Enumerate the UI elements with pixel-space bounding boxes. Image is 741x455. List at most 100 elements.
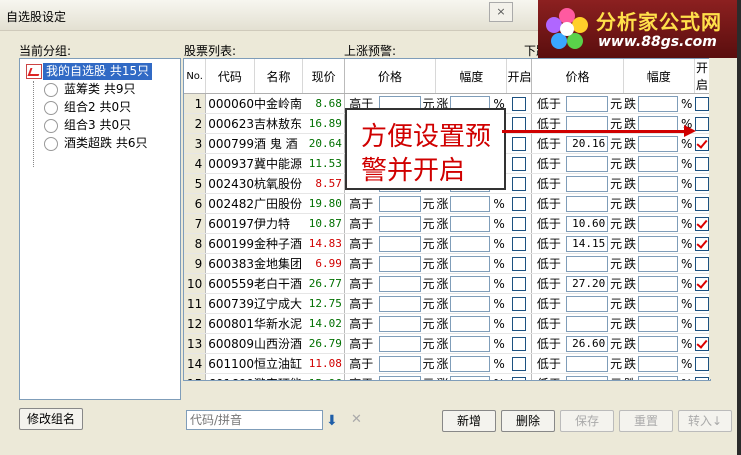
save-button[interactable]: 保存: [560, 410, 614, 432]
high-price-input[interactable]: [377, 373, 422, 380]
low-price-input[interactable]: [565, 253, 610, 274]
group-tree[interactable]: 我的自选股 共15只 蓝筹类 共9只 组合2 共0只 组合3 共0只 酒类超跌 …: [19, 58, 181, 400]
high-open-checkbox[interactable]: [512, 296, 527, 311]
fall-range-value[interactable]: [637, 215, 678, 232]
table-row[interactable]: 10 600559 老白干酒 26.77 高于元涨% 低于 27.20 元跌%: [184, 273, 710, 294]
low-price-value[interactable]: 20.16: [566, 135, 609, 152]
low-price-value[interactable]: [566, 95, 609, 112]
fall-range-value[interactable]: [637, 235, 678, 252]
fall-range-value[interactable]: [637, 375, 678, 380]
fall-range-value[interactable]: [637, 275, 678, 292]
rise-range-input[interactable]: [449, 333, 492, 354]
low-open-checkbox[interactable]: [694, 236, 709, 251]
high-price-value[interactable]: [378, 375, 421, 380]
fall-range-input[interactable]: [636, 153, 679, 174]
fall-range-value[interactable]: [637, 255, 678, 272]
fall-range-value[interactable]: [637, 95, 678, 112]
table-row[interactable]: 14 601100 恒立油缸 11.08 高于元涨% 低于元跌%: [184, 353, 710, 374]
fall-range-input[interactable]: [636, 193, 679, 214]
rise-range-input[interactable]: [449, 293, 492, 314]
high-open-checkbox[interactable]: [512, 356, 527, 371]
high-open-checkbox[interactable]: [512, 316, 527, 331]
low-price-value[interactable]: [566, 155, 609, 172]
low-price-input[interactable]: [565, 313, 610, 334]
low-price-value[interactable]: 14.15: [566, 235, 609, 252]
col-header-name[interactable]: 名称: [254, 59, 304, 94]
low-open-checkbox[interactable]: [694, 256, 709, 271]
low-open-checkbox[interactable]: [694, 136, 709, 151]
high-open-checkbox[interactable]: [512, 376, 527, 380]
fall-range-input[interactable]: [636, 373, 679, 380]
close-button[interactable]: ×: [489, 2, 513, 22]
high-open-checkbox[interactable]: [512, 276, 527, 291]
high-price-value[interactable]: [378, 295, 421, 312]
low-open-checkbox[interactable]: [694, 216, 709, 231]
tree-item-group-1[interactable]: 蓝筹类 共9只: [44, 81, 135, 98]
tree-item-group-3[interactable]: 组合3 共0只: [44, 117, 131, 134]
fall-range-input[interactable]: [636, 273, 679, 294]
low-price-input[interactable]: [565, 173, 610, 194]
low-price-value[interactable]: [566, 315, 609, 332]
low-open-checkbox[interactable]: [694, 356, 709, 371]
high-price-value[interactable]: [378, 255, 421, 272]
table-row[interactable]: 7 600197 伊力特 10.87 高于元涨% 低于 10.60 元跌%: [184, 213, 710, 234]
tree-item-group-4[interactable]: 酒类超跌 共6只: [44, 135, 147, 152]
high-price-input[interactable]: [377, 253, 422, 274]
low-open-checkbox[interactable]: [694, 336, 709, 351]
rise-range-value[interactable]: [450, 275, 491, 292]
high-open-checkbox[interactable]: [512, 136, 527, 151]
low-price-value[interactable]: [566, 355, 609, 372]
high-price-value[interactable]: [378, 235, 421, 252]
high-price-value[interactable]: [378, 215, 421, 232]
table-row[interactable]: 9 600383 金地集团 6.99 高于元涨% 低于元跌%: [184, 253, 710, 274]
rise-range-input[interactable]: [449, 313, 492, 334]
low-price-input[interactable]: 27.20: [565, 273, 610, 294]
table-row[interactable]: 6 002482 广田股份 19.80 高于元涨% 低于元跌%: [184, 193, 710, 214]
high-open-checkbox[interactable]: [512, 116, 527, 131]
rise-range-value[interactable]: [450, 235, 491, 252]
low-price-value[interactable]: [566, 295, 609, 312]
high-price-value[interactable]: [378, 355, 421, 372]
table-row[interactable]: 13 600809 山西汾酒 26.79 高于元涨% 低于 26.60 元跌%: [184, 333, 710, 354]
low-price-input[interactable]: 20.16: [565, 133, 610, 154]
high-price-input[interactable]: [377, 213, 422, 234]
reset-button[interactable]: 重置: [619, 410, 673, 432]
low-open-checkbox[interactable]: [694, 96, 709, 111]
search-input[interactable]: 代码/拼音: [186, 410, 323, 430]
low-price-value[interactable]: 27.20: [566, 275, 609, 292]
fall-range-value[interactable]: [637, 175, 678, 192]
fall-range-value[interactable]: [637, 135, 678, 152]
low-price-input[interactable]: [565, 373, 610, 380]
rise-range-input[interactable]: [449, 373, 492, 380]
rise-range-value[interactable]: [450, 195, 491, 212]
stock-alert-table[interactable]: No. 代码 名称 现价 价格 幅度 开启 价格 幅度 开启 1 000060 中金…: [183, 58, 711, 381]
low-price-value[interactable]: [566, 195, 609, 212]
low-open-checkbox[interactable]: [694, 316, 709, 331]
fall-range-input[interactable]: [636, 233, 679, 254]
import-button[interactable]: 转入↓: [678, 410, 732, 432]
rise-range-input[interactable]: [449, 213, 492, 234]
low-open-checkbox[interactable]: [694, 276, 709, 291]
table-row[interactable]: 11 600739 辽宁成大 12.75 高于元涨% 低于元跌%: [184, 293, 710, 314]
high-price-input[interactable]: [377, 233, 422, 254]
high-price-input[interactable]: [377, 313, 422, 334]
high-open-checkbox[interactable]: [512, 216, 527, 231]
delete-button[interactable]: 删除: [501, 410, 555, 432]
high-price-input[interactable]: [377, 193, 422, 214]
low-open-checkbox[interactable]: [694, 296, 709, 311]
rise-range-value[interactable]: [450, 375, 491, 380]
rise-range-input[interactable]: [449, 233, 492, 254]
low-open-checkbox[interactable]: [694, 196, 709, 211]
add-button[interactable]: 新增: [442, 410, 496, 432]
rise-range-value[interactable]: [450, 295, 491, 312]
low-price-value[interactable]: 26.60: [566, 335, 609, 352]
high-open-checkbox[interactable]: [512, 176, 527, 191]
low-price-input[interactable]: 26.60: [565, 333, 610, 354]
fall-range-value[interactable]: [637, 335, 678, 352]
low-open-checkbox[interactable]: [694, 116, 709, 131]
low-open-checkbox[interactable]: [694, 156, 709, 171]
high-price-value[interactable]: [378, 315, 421, 332]
high-open-checkbox[interactable]: [512, 156, 527, 171]
rise-range-input[interactable]: [449, 253, 492, 274]
low-price-value[interactable]: 10.60: [566, 215, 609, 232]
